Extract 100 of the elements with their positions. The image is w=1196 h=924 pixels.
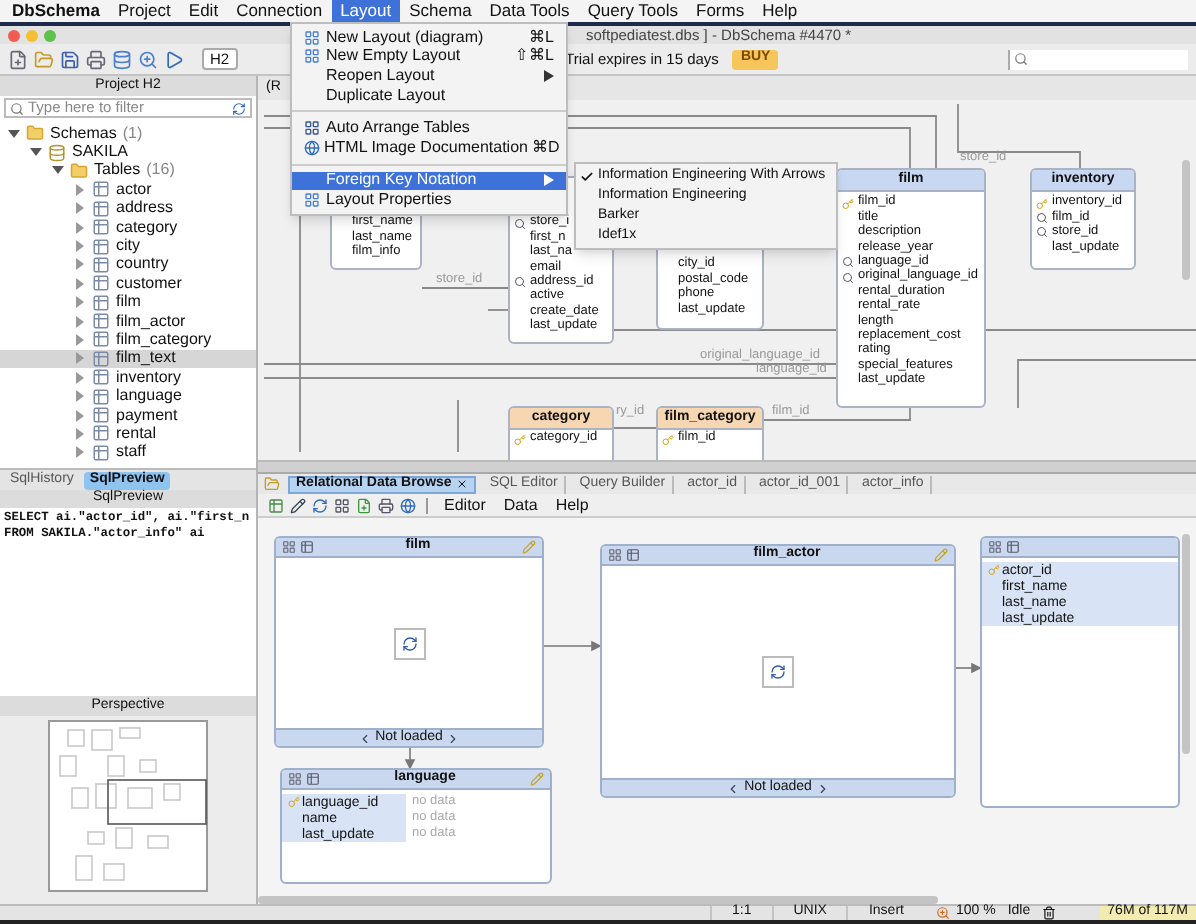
table-icon[interactable] bbox=[268, 497, 284, 513]
menu-option[interactable]: Duplicate Layout bbox=[292, 85, 566, 105]
tree-item[interactable]: film_category bbox=[0, 330, 256, 350]
search-field[interactable] bbox=[1008, 49, 1188, 69]
tree-item[interactable]: language bbox=[0, 386, 256, 406]
menu-item[interactable]: Forms bbox=[688, 0, 753, 22]
tree-item[interactable]: customer bbox=[0, 274, 256, 294]
table-icon bbox=[92, 237, 110, 256]
connector-line bbox=[613, 427, 657, 429]
table-icon[interactable] bbox=[306, 772, 320, 786]
key-icon bbox=[514, 433, 526, 446]
database-icon[interactable] bbox=[112, 49, 132, 69]
grid-icon[interactable] bbox=[608, 548, 622, 562]
menu-item[interactable]: Editor bbox=[438, 493, 492, 517]
tree-label: country bbox=[116, 256, 169, 273]
maximize-icon[interactable] bbox=[44, 29, 56, 41]
pencil-icon[interactable] bbox=[290, 497, 306, 513]
scrollbar[interactable] bbox=[1182, 534, 1190, 754]
tree-item[interactable]: actor bbox=[0, 180, 256, 200]
menu-item[interactable]: Data bbox=[497, 493, 544, 517]
refresh-icon bbox=[770, 664, 786, 680]
print-icon[interactable] bbox=[378, 497, 394, 513]
connector-line bbox=[487, 309, 509, 311]
tree-item[interactable]: category bbox=[0, 217, 256, 237]
table-icon bbox=[92, 387, 110, 406]
menu-item[interactable]: Layout bbox=[332, 0, 400, 22]
open-folder-icon[interactable] bbox=[34, 49, 54, 69]
zoom-icon[interactable] bbox=[935, 906, 950, 920]
menu-item[interactable]: Help bbox=[549, 493, 595, 517]
tree-label: inventory bbox=[116, 369, 181, 386]
new-file-icon[interactable] bbox=[8, 49, 28, 69]
tree-item[interactable]: film_actor bbox=[0, 311, 256, 331]
tree-item[interactable]: country bbox=[0, 255, 256, 275]
menu-item[interactable]: Edit bbox=[180, 0, 227, 22]
scrollbar[interactable] bbox=[258, 896, 938, 904]
globe-icon bbox=[304, 139, 320, 156]
table-icon[interactable] bbox=[300, 540, 314, 554]
tree-item[interactable]: inventory bbox=[0, 368, 256, 387]
tree-item[interactable]: film_text bbox=[0, 349, 256, 369]
next-icon[interactable] bbox=[815, 781, 830, 795]
table-icon bbox=[92, 293, 110, 312]
tree-item[interactable]: rental bbox=[0, 424, 256, 444]
add-icon[interactable] bbox=[356, 497, 372, 513]
folder-icon[interactable] bbox=[264, 476, 280, 492]
grid-icon[interactable] bbox=[282, 540, 296, 554]
menu-item[interactable]: Project bbox=[109, 0, 179, 22]
tree-item[interactable]: SAKILA bbox=[0, 142, 256, 162]
menu-option[interactable]: Auto Arrange Tables bbox=[292, 118, 566, 138]
magnifier-icon bbox=[514, 276, 526, 289]
tree-item[interactable]: address bbox=[0, 199, 256, 218]
refresh-button[interactable] bbox=[762, 656, 794, 688]
tree-item[interactable]: payment bbox=[0, 405, 256, 425]
zoom-icon[interactable] bbox=[138, 49, 158, 69]
menu-option[interactable]: New Layout (diagram) ⌘L bbox=[292, 28, 566, 48]
table-icon bbox=[92, 330, 110, 349]
connector-line bbox=[957, 103, 1081, 169]
menu-item[interactable]: DbSchema bbox=[4, 0, 108, 22]
refresh-icon[interactable] bbox=[312, 497, 328, 513]
previous-icon[interactable] bbox=[357, 731, 372, 745]
menu-item[interactable]: Data Tools bbox=[481, 0, 578, 22]
grid-icon[interactable] bbox=[988, 540, 1002, 554]
tree-label: rental bbox=[116, 425, 157, 442]
table-icon bbox=[92, 255, 110, 274]
run-icon[interactable] bbox=[164, 49, 184, 69]
key-icon bbox=[1036, 197, 1048, 210]
menu-item[interactable]: Schema bbox=[401, 0, 480, 22]
close-icon[interactable] bbox=[455, 478, 468, 490]
table-icon[interactable] bbox=[626, 548, 640, 562]
menu-option[interactable]: Reopen Layout bbox=[292, 66, 566, 86]
menu-option[interactable]: HTML Image Documentation ⌘D bbox=[292, 137, 566, 158]
minimap-drawing[interactable] bbox=[48, 720, 208, 892]
grid-icon[interactable] bbox=[288, 772, 302, 786]
menu-item[interactable]: Connection bbox=[228, 0, 331, 22]
trash-icon[interactable] bbox=[1042, 906, 1057, 920]
tree-label: Schemas bbox=[50, 125, 117, 142]
previous-icon[interactable] bbox=[726, 781, 741, 795]
table-icon bbox=[92, 274, 110, 293]
tree-item[interactable]: Tables (16) bbox=[0, 161, 256, 181]
tree-item[interactable]: city bbox=[0, 236, 256, 256]
close-window-icon[interactable] bbox=[8, 29, 20, 41]
grid-icon[interactable] bbox=[334, 497, 350, 513]
refresh-icon[interactable] bbox=[232, 101, 246, 115]
scrollbar[interactable] bbox=[1182, 160, 1190, 280]
tree-label: category bbox=[116, 219, 178, 236]
print-icon[interactable] bbox=[86, 49, 106, 69]
menu-item[interactable]: Help bbox=[754, 0, 806, 22]
tree-item[interactable]: film bbox=[0, 293, 256, 312]
tree-item[interactable]: Schemas (1) bbox=[0, 124, 256, 143]
table-icon bbox=[92, 218, 110, 237]
tree-item[interactable]: staff bbox=[0, 443, 256, 463]
key-icon bbox=[288, 796, 300, 808]
save-icon[interactable] bbox=[60, 49, 80, 69]
menu-option[interactable]: Foreign Key Notation bbox=[292, 171, 566, 191]
tree-label: actor bbox=[116, 181, 152, 198]
menu-item[interactable]: Query Tools bbox=[579, 0, 687, 22]
scrollbar[interactable] bbox=[258, 460, 1196, 472]
refresh-button[interactable] bbox=[393, 627, 425, 659]
table-icon[interactable] bbox=[1006, 540, 1020, 554]
help-icon[interactable] bbox=[400, 497, 416, 513]
next-icon[interactable] bbox=[446, 731, 461, 745]
